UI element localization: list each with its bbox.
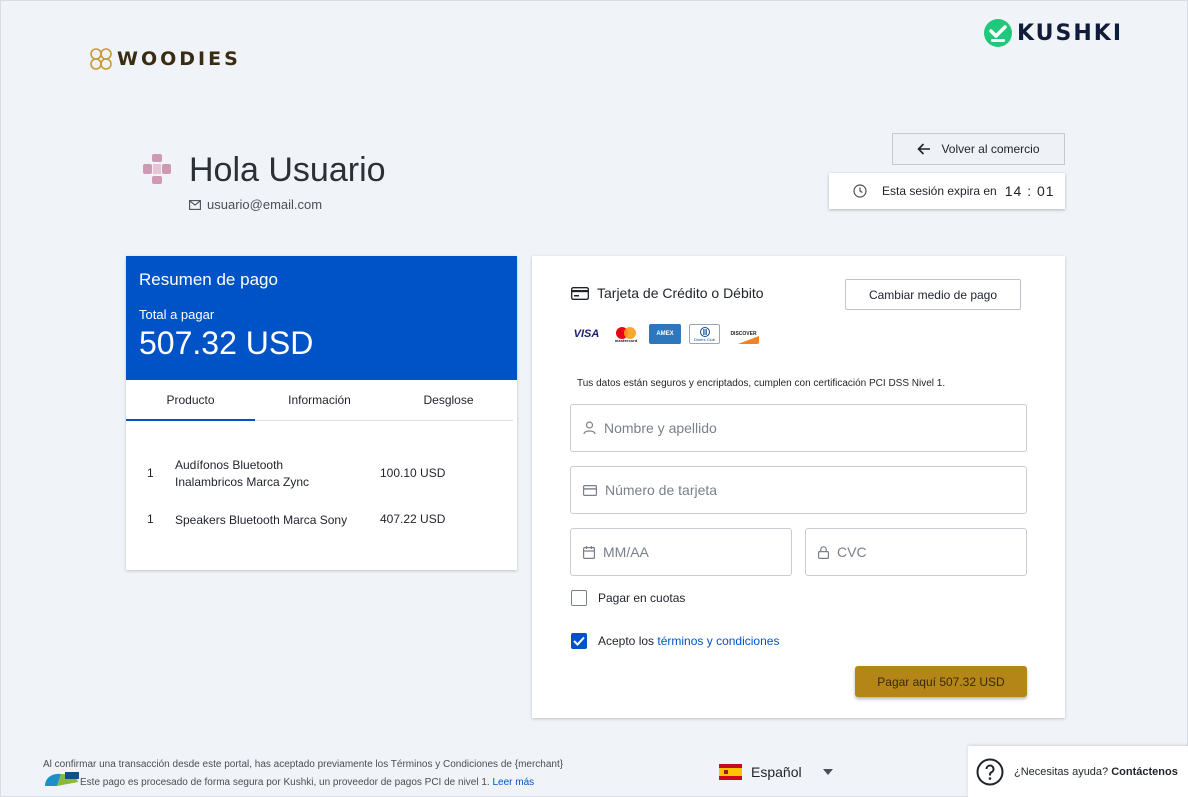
name-placeholder: Nombre y apellido <box>604 420 717 436</box>
chevron-down-icon <box>822 769 833 775</box>
pay-button[interactable]: Pagar aquí 507.32 USD <box>855 666 1027 697</box>
tab-informacion[interactable]: Información <box>255 380 384 420</box>
card-number-placeholder: Número de tarjeta <box>605 482 718 498</box>
payment-form-card: Tarjeta de Crédito o Débito Cambiar medi… <box>532 256 1065 718</box>
diners-icon <box>699 326 710 337</box>
payment-method-title: Tarjeta de Crédito o Débito <box>571 285 764 301</box>
page-title: Hola Usuario <box>189 151 386 189</box>
pci-dss-badge-icon <box>45 772 79 786</box>
language-label: Español <box>751 764 802 780</box>
tab-producto[interactable]: Producto <box>126 380 255 421</box>
visa-logo: VISA <box>571 324 602 344</box>
spain-flag-icon <box>719 764 742 780</box>
product-price: 100.10 USD <box>380 466 446 480</box>
name-field[interactable]: Nombre y apellido <box>570 404 1027 452</box>
back-to-merchant-button[interactable]: Volver al comercio <box>892 133 1065 165</box>
session-label: Esta sesión expira en <box>882 184 997 198</box>
mastercard-logo: mastercard <box>610 324 641 344</box>
terms-option: Acepto los términos y condiciones <box>571 633 779 649</box>
product-name: Speakers Bluetooth Marca Sony <box>175 513 348 527</box>
provider-logo: KUSHKI <box>983 18 1123 48</box>
summary-title: Resumen de pago <box>139 270 278 289</box>
summary-tabs: Producto Información Desglose <box>126 380 513 421</box>
discover-stripe-icon <box>738 336 759 344</box>
footer-terms-note: Al confirmar una transacción desde este … <box>43 759 564 770</box>
back-button-label: Volver al comercio <box>941 142 1040 156</box>
provider-logo-text: KUSHKI <box>1017 20 1124 46</box>
expiry-placeholder: MM/AA <box>603 544 649 560</box>
cvc-placeholder: CVC <box>837 544 867 560</box>
installments-checkbox[interactable] <box>571 590 587 606</box>
help-question-icon <box>976 758 1004 786</box>
help-text: ¿Necesitas ayuda? Contáctenos <box>1014 766 1178 778</box>
footer-processor-text: Este pago es procesado de forma segura p… <box>80 777 490 788</box>
avatar <box>143 154 171 184</box>
payment-method-label: Tarjeta de Crédito o Débito <box>597 285 764 301</box>
lock-icon <box>818 545 829 559</box>
cvc-field[interactable]: CVC <box>805 528 1027 576</box>
card-number-field[interactable]: Número de tarjeta <box>570 466 1027 514</box>
summary-header: Resumen de pago Total a pagar 507.32 USD <box>126 256 517 380</box>
discover-logo: DISCOVER <box>728 324 759 344</box>
diners-text: Diners Club <box>694 336 715 342</box>
terms-text: Acepto los términos y condiciones <box>598 634 779 648</box>
product-name: Audífonos Bluetooth Inalambricos Marca Z… <box>175 458 310 489</box>
calendar-icon <box>583 545 595 559</box>
diners-logo: Diners Club <box>689 324 720 344</box>
installments-label: Pagar en cuotas <box>598 591 686 605</box>
total-amount: 507.32 USD <box>139 325 314 361</box>
merchant-logo-text: WOODIES <box>117 48 241 70</box>
expiry-field[interactable]: MM/AA <box>570 528 792 576</box>
amex-logo: AMEX <box>649 324 681 344</box>
product-price: 407.22 USD <box>380 512 446 526</box>
read-more-link[interactable]: Leer más <box>492 777 534 788</box>
product-qty: 1 <box>147 512 154 526</box>
amex-text: AMEX <box>656 331 674 337</box>
change-payment-method-button[interactable]: Cambiar medio de pago <box>845 279 1021 310</box>
check-icon <box>573 636 585 646</box>
kushki-check-icon <box>984 19 1012 47</box>
help-contact-link[interactable]: Contáctenos <box>1111 766 1178 778</box>
footer-processor-note: Este pago es procesado de forma segura p… <box>80 777 534 788</box>
language-selector[interactable]: Español <box>719 764 833 780</box>
card-brand-logos: VISA mastercard AMEX Diners Club DISCOVE… <box>571 324 759 344</box>
session-timer: Esta sesión expira en 14 : 01 <box>829 173 1065 209</box>
mastercard-text: mastercard <box>614 339 637 343</box>
card-icon <box>583 484 597 496</box>
user-email: usuario@email.com <box>189 197 322 212</box>
total-label: Total a pagar <box>139 307 215 322</box>
help-widget[interactable]: ¿Necesitas ayuda? Contáctenos <box>968 746 1188 797</box>
tab-desglose[interactable]: Desglose <box>384 380 513 420</box>
installments-option: Pagar en cuotas <box>571 590 685 606</box>
clock-icon <box>853 184 867 198</box>
arrow-left-icon <box>917 143 931 155</box>
session-time: 14 : 01 <box>1004 183 1055 199</box>
help-question: ¿Necesitas ayuda? <box>1014 766 1109 778</box>
merchant-logo: WOODIES <box>89 47 241 71</box>
product-qty: 1 <box>147 466 154 480</box>
user-icon <box>583 421 596 435</box>
terms-checkbox[interactable] <box>571 633 587 649</box>
flower-icon <box>90 48 112 70</box>
mail-icon <box>189 199 201 210</box>
mastercard-icon: mastercard <box>614 327 637 343</box>
payment-summary-card: Resumen de pago Total a pagar 507.32 USD… <box>126 256 517 570</box>
credit-card-icon <box>571 286 589 300</box>
user-email-text: usuario@email.com <box>207 197 323 212</box>
terms-link[interactable]: términos y condiciones <box>657 634 779 648</box>
terms-prefix: Acepto los <box>598 634 655 648</box>
secure-note: Tus datos están seguros y encriptados, c… <box>577 378 946 389</box>
